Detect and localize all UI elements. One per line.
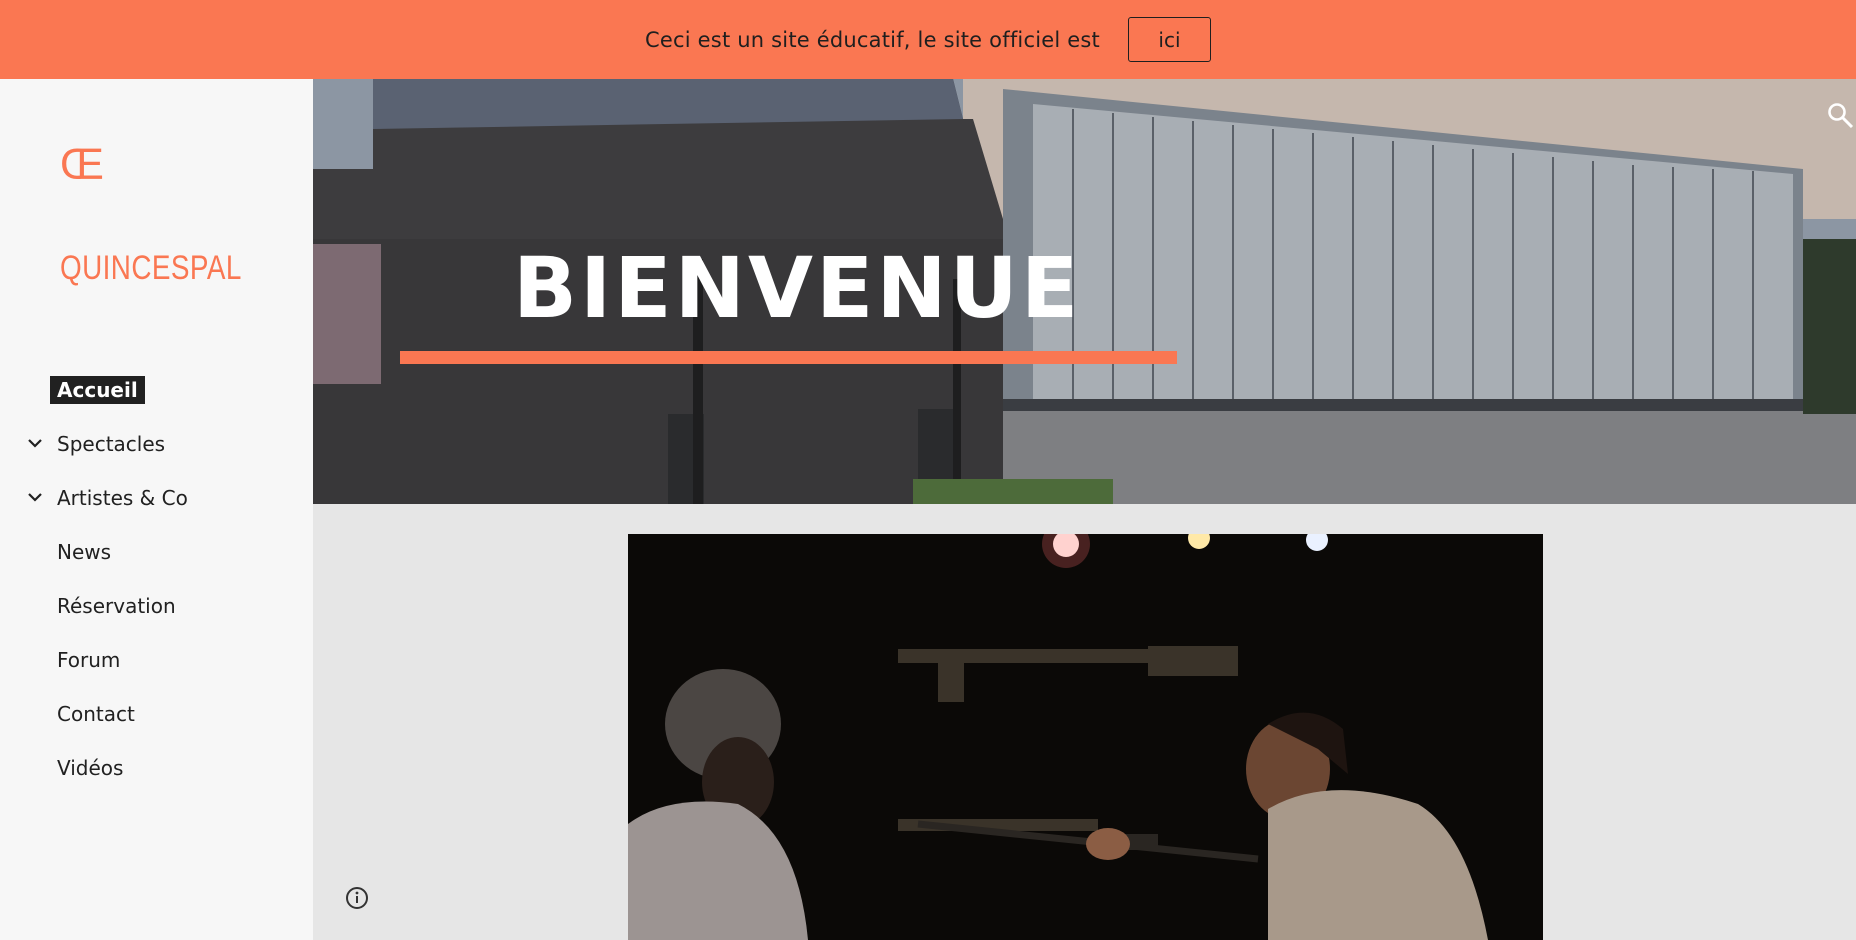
nav-item-reservation[interactable]: Réservation [0,579,313,633]
nav-item-contact[interactable]: Contact [0,687,313,741]
nav-item-label: Accueil [50,376,145,404]
nav-item-accueil[interactable]: Accueil [0,363,313,417]
nav-item-label: Spectacles [57,432,166,456]
oe-ligature-logo-icon[interactable]: Œ [60,141,106,185]
top-banner: Ceci est un site éducatif, le site offic… [0,0,1856,79]
nav-item-label: Réservation [57,594,176,618]
theatre-scene-image [628,534,1543,940]
official-site-link-button[interactable]: ici [1127,17,1211,62]
nav-item-spectacles[interactable]: Spectacles [0,417,313,471]
nav-item-label: Forum [57,648,121,672]
hero-title-underline [400,351,1177,364]
hero-title: BIENVENUE [513,239,1082,337]
theatre-scene-photo [628,534,1543,940]
info-icon[interactable] [344,885,370,911]
nav-item-forum[interactable]: Forum [0,633,313,687]
nav-item-label: Artistes & Co [57,486,188,510]
site-name[interactable]: QUINCESPAL [60,249,242,288]
nav-item-label: Vidéos [57,756,124,780]
banner-text: Ceci est un site éducatif, le site offic… [645,27,1100,52]
nav-item-label: Contact [57,702,135,726]
svg-text:Œ: Œ [60,141,104,185]
nav-menu: Accueil Spectacles Artistes & Co News Ré… [0,363,313,795]
nav-item-news[interactable]: News [0,525,313,579]
search-icon[interactable] [1826,101,1856,131]
chevron-down-icon[interactable] [26,434,44,452]
chevron-down-icon[interactable] [26,488,44,506]
nav-item-label: News [57,540,112,564]
nav-item-artistes[interactable]: Artistes & Co [0,471,313,525]
hero-banner: BIENVENUE [313,79,1856,504]
nav-item-videos[interactable]: Vidéos [0,741,313,795]
sidebar: Œ QUINCESPAL Accueil Spectacles Artistes… [0,79,313,940]
